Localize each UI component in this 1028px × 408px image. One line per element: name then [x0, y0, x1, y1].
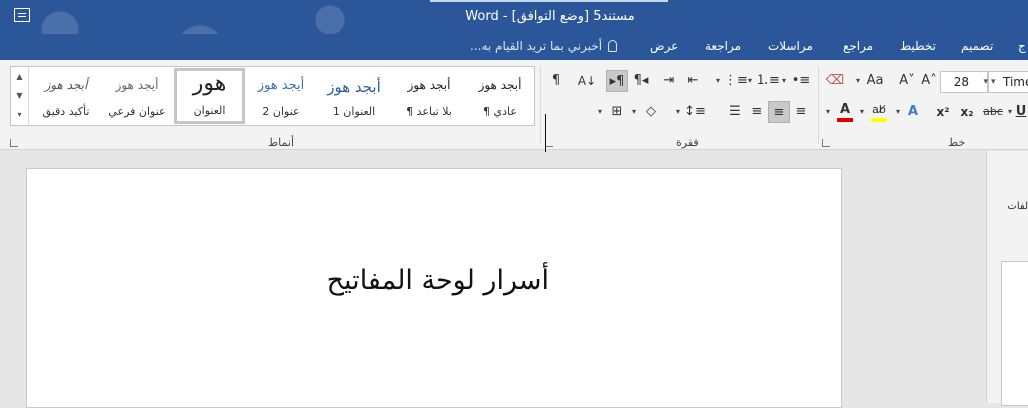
decrease-indent-icon[interactable]: ⇤: [682, 70, 704, 92]
style-preview: أبجد هوز: [407, 78, 451, 92]
gallery-down-icon[interactable]: ▼: [11, 86, 28, 105]
style-name: ¶ عادي: [483, 105, 517, 118]
grow-font-icon[interactable]: A˄: [918, 70, 940, 92]
tab-layout[interactable]: تخطيط: [900, 39, 936, 53]
tell-me-box[interactable]: أخبرني بما تريد القيام به...: [470, 39, 618, 53]
style-normal[interactable]: أبجد هوز ¶ عادي: [466, 70, 534, 122]
title-accent: [430, 0, 668, 2]
title-bar: مستند5 [وضع التوافق] - Word: [0, 0, 1028, 60]
font-color-dropdown-icon[interactable]: ▾: [826, 101, 830, 123]
lightbulb-icon: [608, 40, 618, 52]
style-heading-2[interactable]: أيجد هوز عنوان 2: [247, 70, 315, 122]
side-pane-box[interactable]: [1001, 261, 1028, 406]
tab-design[interactable]: تصميم: [961, 39, 993, 53]
styles-launcher-icon[interactable]: [10, 139, 18, 147]
style-preview: أيجد هوز: [115, 78, 159, 92]
change-case-dropdown-icon[interactable]: ▾: [856, 70, 860, 92]
font-color-swatch: [837, 118, 853, 122]
style-preview: أبجد هوز: [44, 78, 88, 92]
style-name: عنوان فرعي: [108, 105, 166, 118]
line-spacing-dropdown-icon[interactable]: ▾: [676, 101, 680, 123]
gallery-more-icon[interactable]: ▾: [11, 105, 28, 124]
align-center-icon[interactable]: ≡: [768, 101, 790, 123]
strikethrough-icon[interactable]: abc: [978, 101, 1008, 123]
gallery-up-icon[interactable]: ▲: [11, 67, 28, 86]
document-page[interactable]: أسرار لوحة المفاتيح: [26, 168, 842, 408]
highlight-swatch: [871, 118, 887, 122]
numbering-dropdown-icon[interactable]: ▾: [748, 70, 752, 92]
tab-view[interactable]: عرض: [650, 39, 678, 53]
change-case-icon[interactable]: Aa: [864, 70, 886, 92]
show-marks-icon[interactable]: ¶: [546, 70, 566, 92]
style-preview: أبجد هوز: [478, 78, 522, 92]
multilevel-dropdown-icon[interactable]: ▾: [716, 70, 720, 92]
paragraph-launcher-icon[interactable]: [545, 139, 553, 147]
style-name: العنوان 1: [332, 105, 376, 118]
tab-mailings[interactable]: مراسلات: [768, 39, 813, 53]
text-effects-icon[interactable]: A: [902, 101, 924, 123]
bullets-icon[interactable]: •≡: [790, 70, 812, 92]
style-heading-1[interactable]: أبجد هوز العنوان 1: [320, 70, 388, 122]
style-preview: أبجد هوز: [327, 78, 381, 96]
document-text[interactable]: أسرار لوحة المفاتيح: [323, 265, 549, 296]
style-subtitle[interactable]: أيجد هوز عنوان فرعي: [103, 70, 171, 122]
style-name: تأكيد دقيق: [42, 105, 90, 118]
font-size-field[interactable]: 28: [940, 71, 988, 93]
underline-icon[interactable]: U: [1014, 101, 1028, 123]
text-cursor: [545, 114, 546, 152]
style-name: عنوان 2: [262, 105, 300, 118]
gallery-scroll[interactable]: ▲ ▼ ▾: [11, 67, 29, 125]
tab-home[interactable]: ج: [1018, 39, 1026, 53]
justify-icon[interactable]: ☰: [724, 101, 746, 123]
rtl-direction-icon[interactable]: ▸¶: [606, 70, 628, 92]
font-name-field[interactable]: Time: [988, 71, 1028, 93]
borders-dropdown-icon[interactable]: ▾: [598, 101, 602, 123]
style-preview: هور: [192, 71, 227, 96]
font-launcher-icon[interactable]: [822, 139, 830, 147]
window-menu-icon[interactable]: [14, 8, 30, 22]
bullets-dropdown-icon[interactable]: ▾: [782, 70, 786, 92]
style-name: العنوان: [193, 104, 226, 117]
clear-formatting-icon[interactable]: ⌫: [824, 70, 846, 92]
shading-dropdown-icon[interactable]: ▾: [632, 101, 636, 123]
underline-dropdown-icon[interactable]: ▾: [1008, 101, 1012, 123]
ribbon-tabs: ج تصميم تخطيط مراجع مراسلات مراجعة عرض أ…: [0, 34, 1028, 60]
align-left-icon[interactable]: ≡: [746, 101, 768, 123]
styles-gallery: ▲ ▼ ▾ أبجد هوز ¶ عادي أبجد هوز ¶ بلا تبا…: [10, 66, 535, 126]
multilevel-list-icon[interactable]: ⋮≡: [724, 70, 748, 92]
side-pane: لفات: [986, 151, 1028, 406]
style-name: ¶ بلا تباعد: [406, 105, 452, 118]
shrink-font-icon[interactable]: A˅: [896, 70, 918, 92]
group-divider: [540, 66, 541, 144]
style-preview: أيجد هوز: [257, 78, 305, 93]
tab-references[interactable]: مراجع: [843, 39, 873, 53]
increase-indent-icon[interactable]: ⇥: [658, 70, 680, 92]
style-no-spacing[interactable]: أبجد هوز ¶ بلا تباعد: [395, 70, 463, 122]
sort-icon[interactable]: A↓: [576, 70, 598, 92]
text-effects-dropdown-icon[interactable]: ▾: [896, 101, 900, 123]
numbering-icon[interactable]: ⒈≡: [756, 70, 780, 92]
borders-icon[interactable]: ⊞: [606, 101, 628, 123]
tell-me-placeholder: أخبرني بما تريد القيام به...: [470, 39, 603, 53]
font-group-label: خط: [948, 136, 966, 149]
side-pane-label: لفات: [1007, 201, 1028, 212]
highlight-dropdown-icon[interactable]: ▾: [860, 101, 864, 123]
ltr-direction-icon[interactable]: ¶◂: [630, 70, 652, 92]
style-title[interactable]: هور العنوان: [174, 68, 245, 124]
document-workspace: أسرار لوحة المفاتيح: [0, 151, 1028, 408]
superscript-icon[interactable]: x²: [932, 101, 954, 123]
align-right-icon[interactable]: ≡: [790, 101, 812, 123]
shading-icon[interactable]: ◇: [640, 101, 662, 123]
styles-group-label: أنماط: [268, 136, 295, 149]
line-spacing-icon[interactable]: ↕≡: [684, 101, 706, 123]
ribbon: ▲ ▼ ▾ أبجد هوز ¶ عادي أبجد هوز ¶ بلا تبا…: [0, 60, 1028, 150]
paragraph-group-label: فقرة: [676, 136, 699, 149]
group-divider: [818, 66, 819, 144]
style-subtle-emphasis[interactable]: أبجد هوز تأكيد دقيق: [32, 70, 100, 122]
subscript-icon[interactable]: x₂: [956, 101, 978, 123]
tab-review[interactable]: مراجعة: [705, 39, 741, 53]
window-title: مستند5 [وضع التوافق] - Word: [465, 9, 635, 24]
